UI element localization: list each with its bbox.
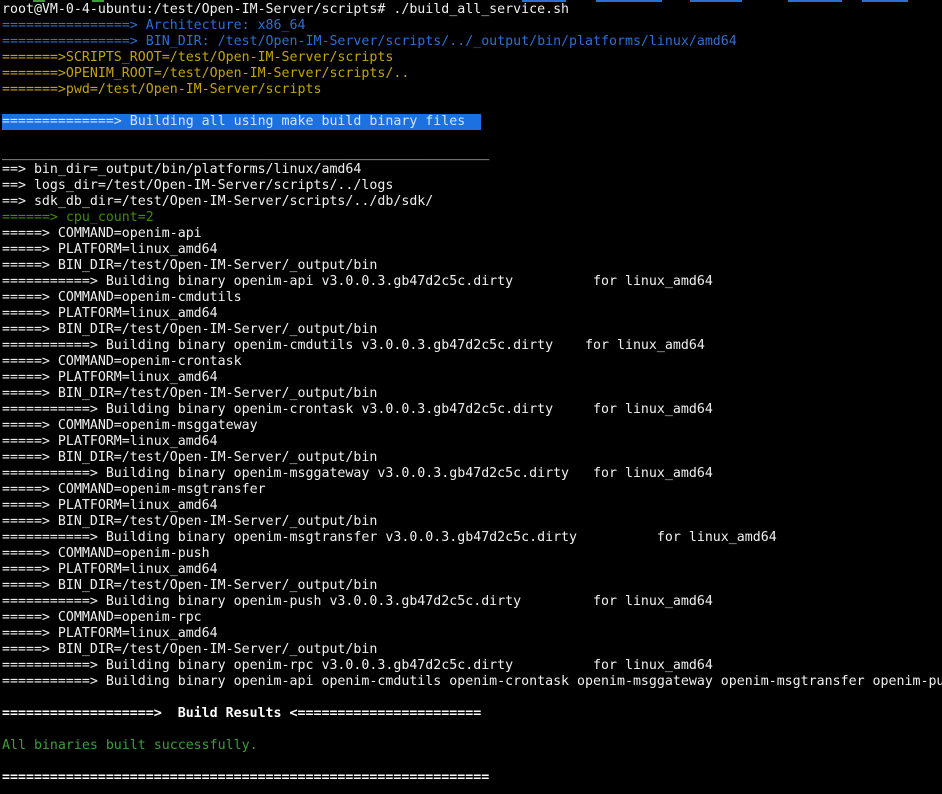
bindir-line: =====> BIN_DIR=/test/Open-IM-Server/_out… <box>2 578 942 594</box>
underscore-separator: ________________________________________… <box>2 146 942 162</box>
blank-line <box>2 690 942 706</box>
var-sdk-db-dir-line: ==> sdk_db_dir=/test/Open-IM-Server/scri… <box>2 194 942 210</box>
command-line-openim-msgtransfer: =====> COMMAND=openim-msgtransfer <box>2 482 942 498</box>
terminal-window[interactable]: root@VM-0-4-ubuntu:/test/Open-IM-Server/… <box>0 0 942 794</box>
platform-line: =====> PLATFORM=linux_amd64 <box>2 242 942 258</box>
build-results-header: ===================> Build Results <====… <box>2 706 942 722</box>
prompt-command-line: root@VM-0-4-ubuntu:/test/Open-IM-Server/… <box>2 2 942 18</box>
command-line-openim-rpc: =====> COMMAND=openim-rpc <box>2 610 942 626</box>
building-binary-openim-cmdutils: ===========> Building binary openim-cmdu… <box>2 338 942 354</box>
command-line-openim-cmdutils: =====> COMMAND=openim-cmdutils <box>2 290 942 306</box>
openim-root-line: =======>OPENIM_ROOT=/test/Open-IM-Server… <box>2 66 942 82</box>
command-line-openim-push: =====> COMMAND=openim-push <box>2 546 942 562</box>
building-all-banner: ==============> Building all using make … <box>2 114 942 130</box>
platform-line: =====> PLATFORM=linux_amd64 <box>2 306 942 322</box>
blank-line <box>2 98 942 114</box>
bindir-line: =====> BIN_DIR=/test/Open-IM-Server/_out… <box>2 386 942 402</box>
platform-line: =====> PLATFORM=linux_amd64 <box>2 498 942 514</box>
platform-line: =====> PLATFORM=linux_amd64 <box>2 434 942 450</box>
building-binary-openim-rpc: ===========> Building binary openim-rpc … <box>2 658 942 674</box>
blank-line <box>2 722 942 738</box>
bindir-line: =====> BIN_DIR=/test/Open-IM-Server/_out… <box>2 450 942 466</box>
building-binary-openim-msgtransfer: ===========> Building binary openim-msgt… <box>2 530 942 546</box>
building-binary-openim-crontask: ===========> Building binary openim-cron… <box>2 402 942 418</box>
scripts-root-line: =======>SCRIPTS_ROOT=/test/Open-IM-Serve… <box>2 50 942 66</box>
cpu-count-line: ======> cpu_count=2 <box>2 210 942 226</box>
building-binary-openim-api: ===========> Building binary openim-api … <box>2 274 942 290</box>
equals-separator: ========================================… <box>2 770 942 786</box>
command-line-openim-crontask: =====> COMMAND=openim-crontask <box>2 354 942 370</box>
building-binary-all-line: ===========> Building binary openim-api … <box>2 674 942 690</box>
platform-line: =====> PLATFORM=linux_amd64 <box>2 370 942 386</box>
var-logs-dir-line: ==> logs_dir=/test/Open-IM-Server/script… <box>2 178 942 194</box>
pwd-line: =======>pwd=/test/Open-IM-Server/scripts <box>2 82 942 98</box>
platform-line: =====> PLATFORM=linux_amd64 <box>2 626 942 642</box>
bindir-line: =====> BIN_DIR=/test/Open-IM-Server/_out… <box>2 514 942 530</box>
architecture-line: ================> Architecture: x86_64 <box>2 18 942 34</box>
platform-line: =====> PLATFORM=linux_amd64 <box>2 562 942 578</box>
bindir-line: =====> BIN_DIR=/test/Open-IM-Server/_out… <box>2 642 942 658</box>
terminal-output: root@VM-0-4-ubuntu:/test/Open-IM-Server/… <box>2 2 942 786</box>
blank-line <box>2 130 942 146</box>
building-binary-openim-push: ===========> Building binary openim-push… <box>2 594 942 610</box>
bindir-line: =====> BIN_DIR=/test/Open-IM-Server/_out… <box>2 322 942 338</box>
command-line-openim-api: =====> COMMAND=openim-api <box>2 226 942 242</box>
build-success-message: All binaries built successfully. <box>2 738 942 754</box>
bindir-line: =====> BIN_DIR=/test/Open-IM-Server/_out… <box>2 258 942 274</box>
building-binary-openim-msggateway: ===========> Building binary openim-msgg… <box>2 466 942 482</box>
command-line-openim-msggateway: =====> COMMAND=openim-msggateway <box>2 418 942 434</box>
highlight-banner: ==============> Building all using make … <box>2 114 481 130</box>
var-bin-dir-line: ==> bin_dir=_output/bin/platforms/linux/… <box>2 162 942 178</box>
bin-dir-line: ================> BIN_DIR: /test/Open-IM… <box>2 34 942 50</box>
blank-line <box>2 754 942 770</box>
